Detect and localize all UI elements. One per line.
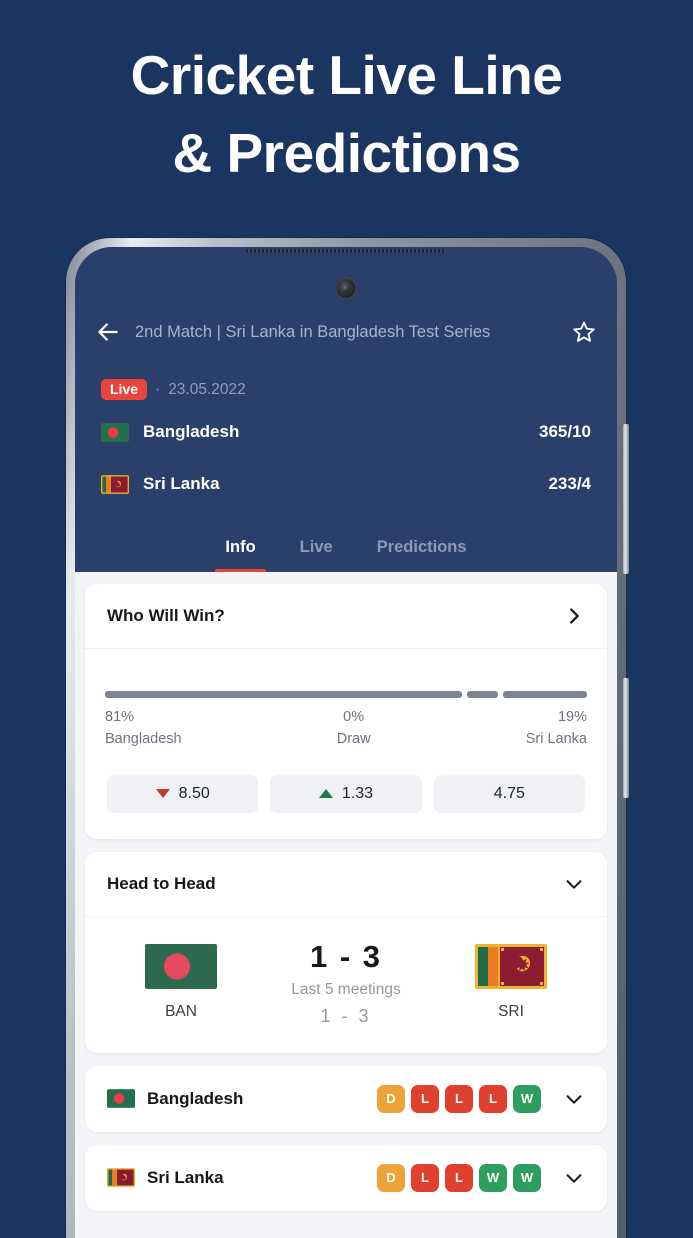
prediction-segment-bangladesh (105, 691, 463, 698)
h2h-middle: 1 - 3 Last 5 meetings 1 - 3 (241, 939, 451, 1027)
header-team-name: Sri Lanka (143, 474, 220, 493)
match-date: 23.05.2022 (168, 380, 246, 398)
headline-line-2: & Predictions (172, 122, 521, 185)
prediction-labels: 81% Bangladesh 0% Draw 19% Sri Lanka (105, 707, 587, 751)
form-chip: D (377, 1163, 405, 1192)
prediction-percent: 0% (343, 709, 365, 725)
srilanka-flag-icon (107, 1168, 135, 1187)
h2h-left-abbr: BAN (165, 1003, 197, 1020)
prediction-body: 81% Bangladesh 0% Draw 19% Sri Lanka (85, 649, 607, 751)
prediction-percent: 19% (557, 709, 587, 725)
header-team-score: 365/10 (539, 422, 591, 441)
prediction-percent: 81% (105, 709, 135, 725)
head-to-head-body: BAN 1 - 3 Last 5 meetings 1 - 3 SRI (85, 917, 607, 1053)
card-title: Who Will Win? (107, 606, 225, 625)
prediction-team: Draw (336, 730, 371, 747)
form-row[interactable]: Bangladesh D L L L W (85, 1066, 607, 1132)
srilanka-flag-icon (475, 944, 547, 989)
headline-line-1: Cricket Live Line (130, 44, 563, 106)
trend-down-icon (155, 789, 170, 798)
header-team-score: 233/4 (548, 474, 591, 493)
bangladesh-flag-icon (101, 422, 129, 442)
srilanka-flag-icon (101, 474, 129, 494)
prediction-team: Bangladesh (105, 730, 182, 747)
form-team: Sri Lanka (107, 1168, 377, 1188)
content-area: Who Will Win? 81% Bangladesh 0% Draw 19%… (75, 572, 617, 1238)
speaker-grille-icon (246, 249, 446, 253)
odds-button-srilanka[interactable]: 4.75 (433, 774, 585, 813)
odds-value: 1.33 (341, 784, 374, 802)
form-card-srilanka: Sri Lanka D L L W W (85, 1144, 607, 1211)
status-separator: · (155, 380, 161, 398)
appbar-title: 2nd Match | Sri Lanka in Bangladesh Test… (135, 322, 491, 341)
who-will-win-header[interactable]: Who Will Win? (85, 584, 607, 649)
volume-button[interactable] (623, 424, 629, 574)
form-team-name: Bangladesh (147, 1088, 244, 1108)
h2h-right-abbr: SRI (498, 1003, 524, 1020)
trend-up-icon (318, 789, 333, 798)
bangladesh-flag-icon (145, 944, 217, 989)
form-chip: L (411, 1163, 439, 1192)
odds-value: 4.75 (493, 784, 525, 802)
odds-button-bangladesh[interactable]: 8.50 (107, 774, 259, 813)
form-chip: L (411, 1084, 439, 1113)
odds-value: 8.50 (178, 784, 210, 802)
form-chip: L (445, 1163, 473, 1192)
prediction-team: Sri Lanka (525, 730, 587, 747)
prediction-label-srilanka: 19% Sri Lanka (526, 707, 587, 751)
appbar: 2nd Match | Sri Lanka in Bangladesh Test… (75, 309, 617, 355)
chevron-right-icon[interactable] (563, 605, 585, 627)
who-will-win-card: Who Will Win? 81% Bangladesh 0% Draw 19%… (85, 584, 607, 839)
prediction-segment-srilanka (503, 691, 587, 698)
odds-row: 8.50 1.33 4.75 (85, 751, 607, 839)
head-to-head-header[interactable]: Head to Head (85, 852, 607, 917)
tab-bar: Info Live Predictions (75, 532, 617, 572)
prediction-segment-draw (467, 691, 499, 698)
h2h-left-team: BAN (121, 944, 241, 1021)
chevron-down-icon[interactable] (563, 873, 585, 895)
chevron-down-icon[interactable] (563, 1167, 585, 1189)
arrow-left-icon[interactable] (95, 319, 121, 345)
star-outline-icon[interactable] (571, 319, 597, 345)
prediction-bar (105, 691, 587, 698)
form-chip: D (377, 1084, 405, 1113)
form-chip: W (513, 1084, 541, 1113)
h2h-score: 1 - 3 (309, 938, 383, 974)
tab-info[interactable]: Info (203, 532, 277, 572)
form-chip: W (479, 1163, 507, 1192)
power-button[interactable] (623, 678, 629, 798)
card-title: Head to Head (107, 873, 216, 893)
form-team: Bangladesh (107, 1089, 377, 1109)
h2h-score-secondary: 1 - 3 (320, 1005, 372, 1026)
header-team-row-bangladesh: Bangladesh 365/10 (75, 410, 617, 454)
form-chips: D L L L W (377, 1084, 541, 1113)
tab-live[interactable]: Live (278, 532, 355, 572)
form-chips: D L L W W (377, 1163, 541, 1192)
status-badge: Live (101, 379, 148, 400)
phone-mockup: 2nd Match | Sri Lanka in Bangladesh Test… (66, 238, 629, 1238)
form-row[interactable]: Sri Lanka D L L W W (85, 1145, 607, 1211)
form-card-bangladesh: Bangladesh D L L L W (85, 1065, 607, 1132)
front-camera-icon (336, 279, 356, 298)
phone-screen: 2nd Match | Sri Lanka in Bangladesh Test… (75, 247, 617, 1238)
chevron-down-icon[interactable] (563, 1088, 585, 1110)
odds-button-draw[interactable]: 1.33 (270, 774, 422, 813)
form-chip: W (513, 1163, 541, 1192)
header-team-name: Bangladesh (143, 422, 240, 441)
tab-predictions[interactable]: Predictions (355, 532, 489, 572)
bangladesh-flag-icon (107, 1089, 135, 1108)
h2h-right-team: SRI (451, 944, 571, 1021)
form-chip: L (479, 1084, 507, 1113)
head-to-head-card: Head to Head BAN 1 - 3 Last 5 meetings 1… (85, 851, 607, 1053)
promo-headline: Cricket Live Line & Predictions (0, 0, 693, 192)
form-chip: L (445, 1084, 473, 1113)
prediction-label-draw: 0% Draw (337, 707, 371, 751)
match-status-row: Live · 23.05.2022 (75, 355, 617, 400)
form-team-name: Sri Lanka (147, 1167, 224, 1187)
prediction-label-bangladesh: 81% Bangladesh (105, 707, 182, 751)
h2h-subtitle: Last 5 meetings (291, 980, 401, 998)
header-team-row-srilanka: Sri Lanka 233/4 (75, 462, 617, 506)
